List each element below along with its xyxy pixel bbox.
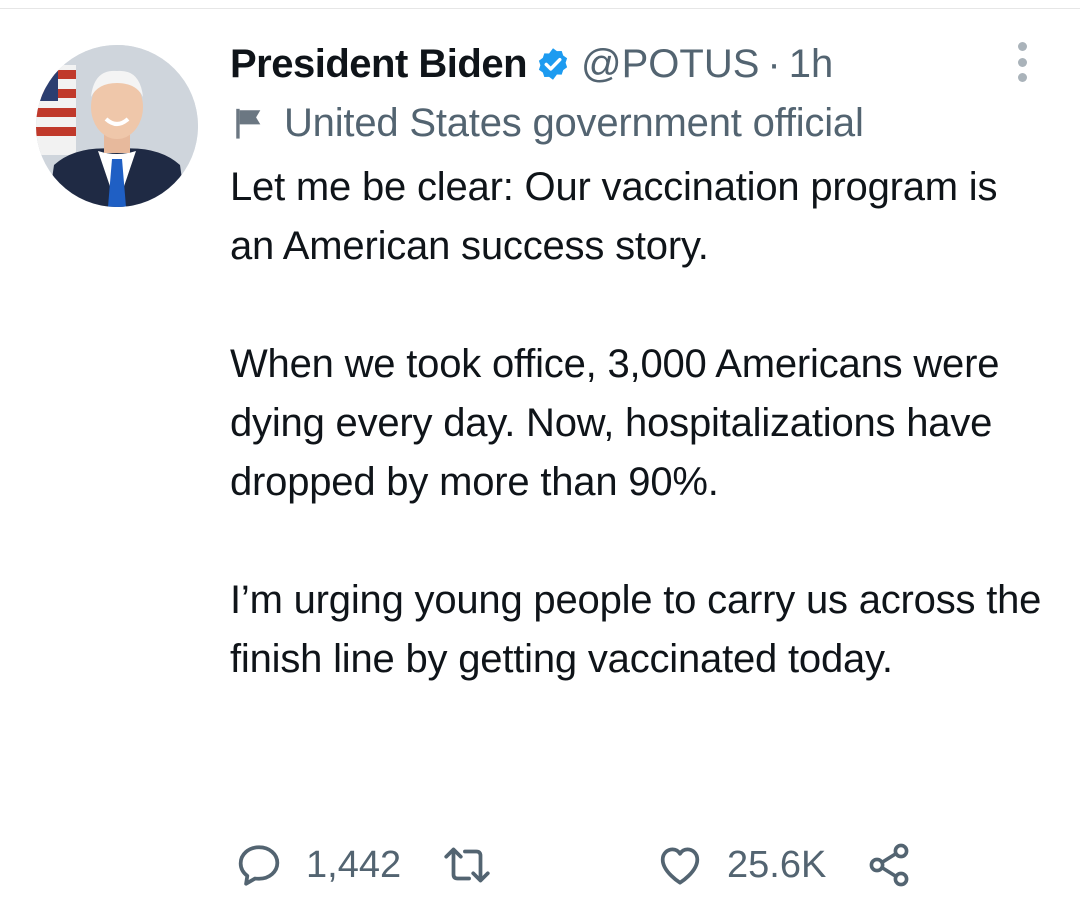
government-label[interactable]: United States government official — [232, 98, 864, 148]
government-label-text: United States government official — [284, 100, 864, 145]
more-dot — [1017, 73, 1027, 82]
tweet-action-bar: 1,442 25.6K — [230, 835, 1030, 895]
verified-badge-icon — [535, 46, 571, 82]
retweet-button[interactable] — [440, 835, 516, 895]
like-count: 25.6K — [727, 843, 827, 886]
more-dot — [1017, 57, 1027, 67]
heart-icon — [660, 847, 700, 885]
like-button[interactable]: 25.6K — [655, 835, 826, 895]
avatar[interactable] — [36, 45, 198, 207]
flag-icon — [236, 108, 261, 139]
tweet-text: Let me be clear: Our vaccination program… — [230, 158, 1050, 689]
tweet-paragraph: Let me be clear: Our vaccination program… — [230, 165, 998, 268]
tweet-paragraph: When we took office, 3,000 Americans wer… — [230, 342, 1000, 504]
retweet-icon — [444, 847, 490, 883]
tweet-header: President Biden @POTUS · 1h — [230, 36, 833, 92]
user-handle[interactable]: @POTUS — [581, 42, 759, 87]
reply-count: 1,442 — [306, 843, 402, 886]
avatar-photo — [36, 45, 198, 207]
divider — [0, 8, 1080, 9]
more-dot — [1017, 42, 1027, 51]
share-icon — [869, 843, 909, 887]
tweet-card: President Biden @POTUS · 1h United State… — [0, 0, 1080, 898]
separator-dot: · — [767, 41, 781, 86]
tweet-paragraph: I’m urging young people to carry us acro… — [230, 578, 1042, 681]
timestamp[interactable]: 1h — [789, 42, 834, 87]
display-name[interactable]: President Biden — [230, 42, 528, 87]
reply-icon — [238, 845, 280, 886]
share-button[interactable] — [865, 835, 913, 895]
reply-button[interactable]: 1,442 — [234, 835, 401, 895]
more-options-icon[interactable] — [1005, 40, 1039, 84]
